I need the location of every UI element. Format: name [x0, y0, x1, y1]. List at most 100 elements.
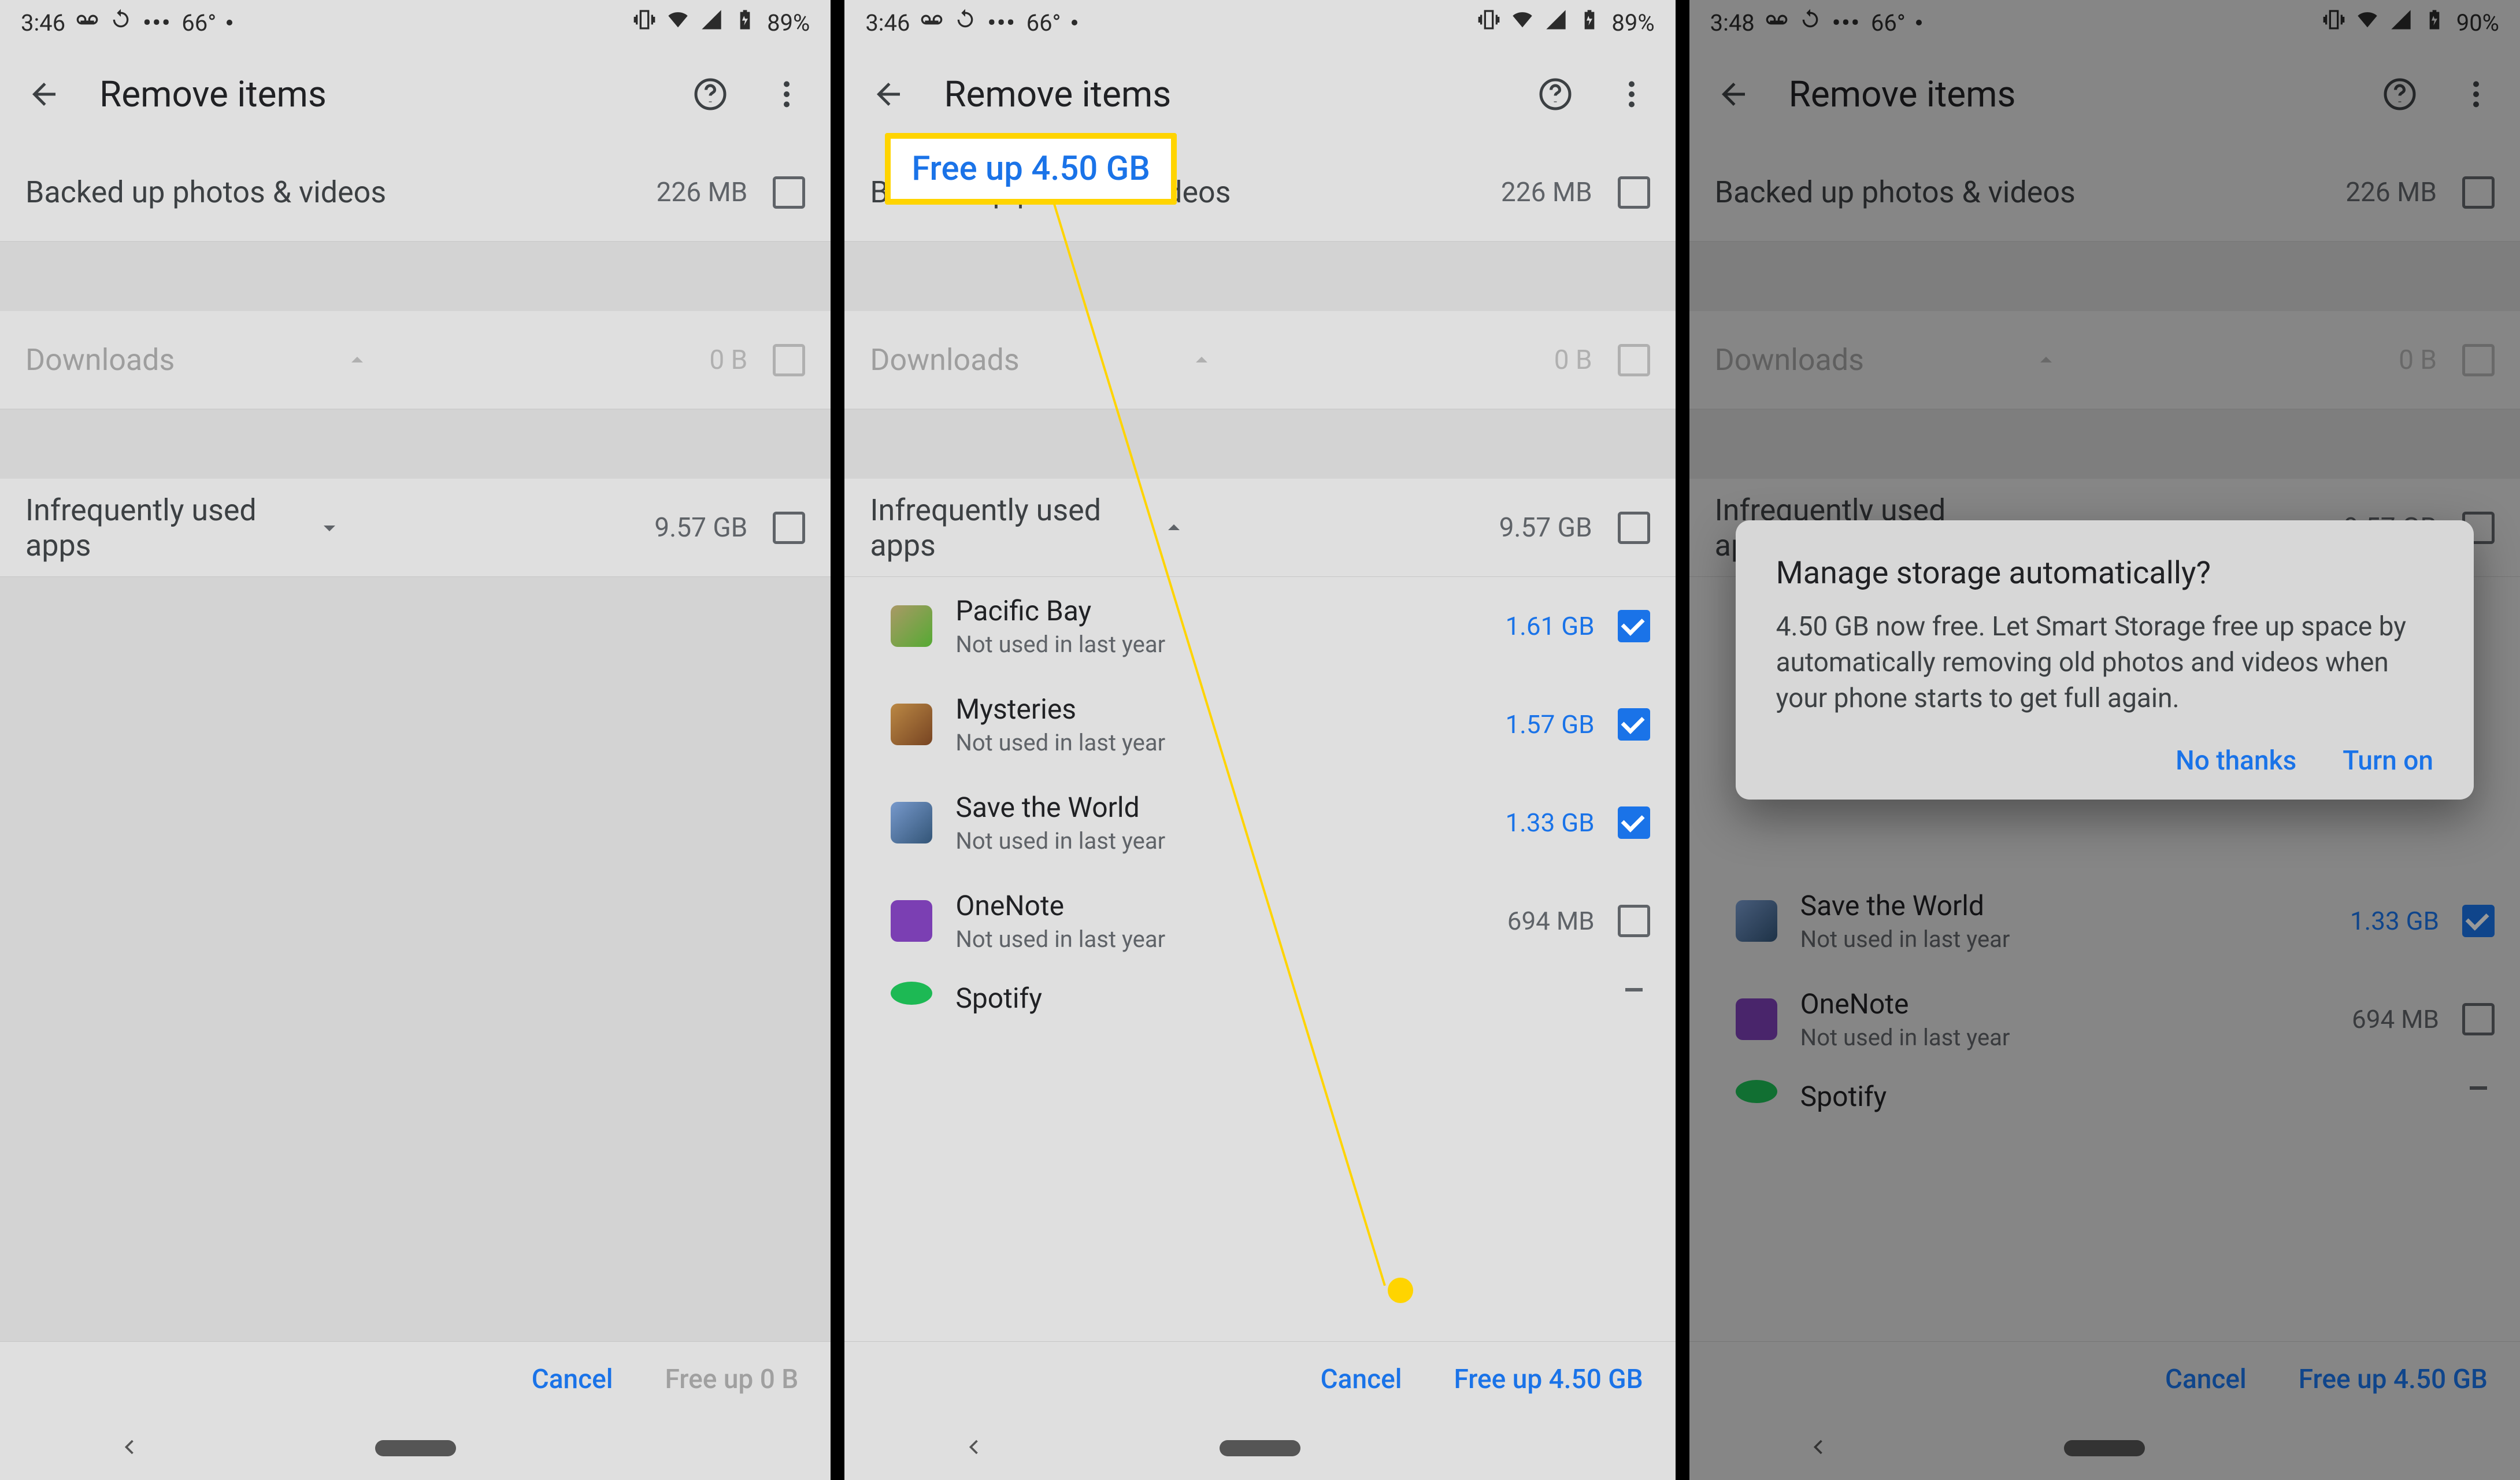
cancel-button[interactable]: Cancel	[1321, 1364, 1402, 1395]
help-button[interactable]	[2379, 73, 2421, 115]
bottom-actions: Cancel Free up 4.50 GB	[844, 1341, 1675, 1416]
app-icon	[891, 802, 932, 843]
app-row[interactable]: Spotify	[1689, 1068, 2520, 1132]
sync-icon	[109, 8, 132, 37]
app-subtitle: Not used in last year	[955, 827, 1482, 854]
app-checkbox[interactable]	[2462, 1080, 2495, 1096]
annotation-dot	[1388, 1278, 1413, 1303]
chevron-up-icon	[1188, 346, 1215, 374]
category-checkbox[interactable]	[1618, 512, 1650, 544]
app-row[interactable]: OneNote Not used in last year 694 MB	[844, 872, 1675, 970]
app-checkbox[interactable]	[1618, 708, 1650, 741]
app-row[interactable]: Save the World Not used in last year 1.3…	[1689, 872, 2520, 970]
vibrate-icon	[633, 8, 656, 37]
wifi-icon	[666, 8, 690, 37]
status-dot	[1916, 20, 1922, 25]
app-icon	[891, 982, 932, 1005]
app-icon	[891, 605, 932, 647]
nav-back-icon[interactable]	[117, 1434, 142, 1462]
nav-bar	[844, 1416, 1675, 1480]
app-row[interactable]: Mysteries Not used in last year 1.57 GB	[844, 675, 1675, 774]
more-button[interactable]	[766, 73, 807, 115]
app-icon	[891, 900, 932, 942]
category-size: 226 MB	[2345, 177, 2437, 208]
nav-home-pill[interactable]	[2064, 1440, 2145, 1456]
spacer	[1689, 242, 2520, 311]
nav-home-pill[interactable]	[1220, 1440, 1300, 1456]
chevron-up-icon	[2032, 346, 2060, 374]
app-checkbox[interactable]	[1618, 905, 1650, 937]
app-row[interactable]: Spotify	[844, 970, 1675, 1034]
category-label: Downloads	[1715, 342, 2012, 378]
nav-bar	[1689, 1416, 2520, 1480]
spacer	[844, 242, 1675, 311]
app-checkbox[interactable]	[1618, 982, 1650, 998]
status-time: 3:46	[865, 9, 910, 36]
category-backed-up[interactable]: Backed up photos & videos 226 MB	[1689, 143, 2520, 242]
nav-back-icon[interactable]	[961, 1434, 987, 1462]
battery-icon	[2423, 8, 2446, 37]
category-downloads[interactable]: Downloads 0 B	[844, 311, 1675, 409]
category-backed-up[interactable]: Backed up photos & videos 226 MB	[0, 143, 831, 242]
status-dot	[227, 20, 232, 25]
more-button[interactable]	[1611, 73, 1652, 115]
status-bar: 3:48 ••• 66° 90%	[1689, 0, 2520, 45]
app-checkbox[interactable]	[2462, 905, 2495, 937]
category-checkbox[interactable]	[1618, 344, 1650, 376]
nav-back-icon[interactable]	[1806, 1434, 1831, 1462]
category-checkbox[interactable]	[773, 344, 805, 376]
dialog-no-thanks-button[interactable]: No thanks	[2176, 745, 2296, 776]
category-checkbox[interactable]	[773, 512, 805, 544]
dialog-turn-on-button[interactable]: Turn on	[2343, 745, 2433, 776]
category-checkbox[interactable]	[2462, 176, 2495, 209]
category-checkbox[interactable]	[1618, 176, 1650, 209]
app-checkbox[interactable]	[1618, 610, 1650, 642]
battery-icon	[733, 8, 757, 37]
category-size: 0 B	[709, 345, 747, 376]
cancel-button[interactable]: Cancel	[2165, 1364, 2247, 1395]
signal-icon	[2389, 8, 2412, 37]
cancel-button[interactable]: Cancel	[532, 1364, 613, 1395]
category-downloads[interactable]: Downloads 0 B	[0, 311, 831, 409]
more-notifications-icon: •••	[987, 9, 1016, 36]
status-battery: 90%	[2456, 9, 2499, 36]
category-checkbox[interactable]	[773, 176, 805, 209]
back-button[interactable]	[868, 73, 909, 115]
screen-3: 3:48 ••• 66° 90% Remove items	[1689, 0, 2520, 1480]
app-name: OneNote	[955, 889, 1484, 922]
signal-icon	[1544, 8, 1567, 37]
back-button[interactable]	[1713, 73, 1754, 115]
app-row[interactable]: Pacific Bay Not used in last year 1.61 G…	[844, 577, 1675, 675]
app-size: 1.33 GB	[1506, 808, 1595, 838]
spacer	[844, 409, 1675, 479]
help-button[interactable]	[1535, 73, 1576, 115]
free-up-button[interactable]: Free up 0 B	[665, 1364, 799, 1395]
vibrate-icon	[1477, 8, 1500, 37]
app-name: Spotify	[1800, 1080, 2439, 1113]
signal-icon	[700, 8, 723, 37]
more-button[interactable]	[2455, 73, 2497, 115]
category-size: 0 B	[1554, 345, 1592, 376]
bottom-actions: Cancel Free up 0 B	[0, 1341, 831, 1416]
app-checkbox[interactable]	[1618, 806, 1650, 839]
category-downloads[interactable]: Downloads 0 B	[1689, 311, 2520, 409]
back-button[interactable]	[23, 73, 65, 115]
app-size: 1.61 GB	[1506, 611, 1595, 641]
voicemail-icon	[76, 8, 99, 37]
status-bar: 3:46 ••• 66° 89%	[0, 0, 831, 45]
battery-icon	[1578, 8, 1601, 37]
free-up-button[interactable]: Free up 4.50 GB	[2299, 1364, 2488, 1395]
free-up-button[interactable]: Free up 4.50 GB	[1454, 1364, 1643, 1395]
app-row[interactable]: Save the World Not used in last year 1.3…	[844, 774, 1675, 872]
spacer	[1689, 409, 2520, 479]
nav-home-pill[interactable]	[375, 1440, 456, 1456]
help-button[interactable]	[690, 73, 731, 115]
category-apps[interactable]: Infrequently used apps 9.57 GB	[0, 479, 831, 577]
app-checkbox[interactable]	[2462, 1003, 2495, 1035]
app-size: 1.33 GB	[2350, 906, 2439, 936]
category-apps[interactable]: Infrequently used apps 9.57 GB	[844, 479, 1675, 577]
app-bar: Remove items	[1689, 45, 2520, 143]
app-row[interactable]: OneNote Not used in last year 694 MB	[1689, 970, 2520, 1068]
wifi-icon	[1511, 8, 1534, 37]
category-checkbox[interactable]	[2462, 344, 2495, 376]
